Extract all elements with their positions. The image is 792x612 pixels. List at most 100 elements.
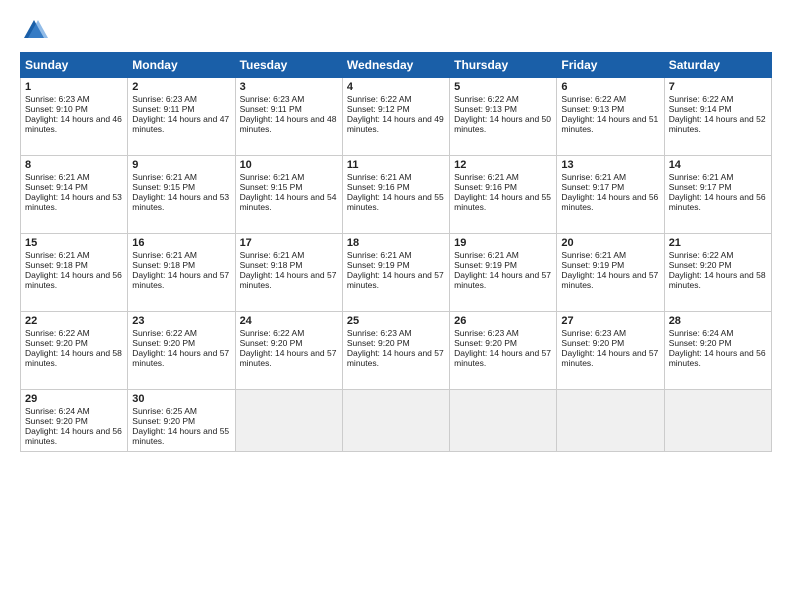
sunset-label: Sunset: 9:16 PM — [454, 182, 517, 192]
sunset-label: Sunset: 9:13 PM — [454, 104, 517, 114]
calendar-cell: 15Sunrise: 6:21 AMSunset: 9:18 PMDayligh… — [21, 234, 128, 312]
daylight-label: Daylight: 14 hours and 57 minutes. — [347, 348, 444, 368]
calendar-header-saturday: Saturday — [664, 53, 771, 78]
calendar-cell: 8Sunrise: 6:21 AMSunset: 9:14 PMDaylight… — [21, 156, 128, 234]
calendar-cell: 4Sunrise: 6:22 AMSunset: 9:12 PMDaylight… — [342, 78, 449, 156]
daylight-label: Daylight: 14 hours and 57 minutes. — [132, 348, 229, 368]
sunrise-label: Sunrise: 6:22 AM — [669, 94, 734, 104]
calendar-cell: 14Sunrise: 6:21 AMSunset: 9:17 PMDayligh… — [664, 156, 771, 234]
page: SundayMondayTuesdayWednesdayThursdayFrid… — [0, 0, 792, 612]
calendar-week-3: 15Sunrise: 6:21 AMSunset: 9:18 PMDayligh… — [21, 234, 772, 312]
daylight-label: Daylight: 14 hours and 56 minutes. — [561, 192, 658, 212]
sunrise-label: Sunrise: 6:21 AM — [561, 172, 626, 182]
day-number: 5 — [454, 81, 552, 93]
calendar-cell: 17Sunrise: 6:21 AMSunset: 9:18 PMDayligh… — [235, 234, 342, 312]
calendar-cell: 16Sunrise: 6:21 AMSunset: 9:18 PMDayligh… — [128, 234, 235, 312]
daylight-label: Daylight: 14 hours and 50 minutes. — [454, 114, 551, 134]
calendar-week-4: 22Sunrise: 6:22 AMSunset: 9:20 PMDayligh… — [21, 312, 772, 390]
day-number: 8 — [25, 159, 123, 171]
daylight-label: Daylight: 14 hours and 57 minutes. — [240, 348, 337, 368]
calendar-cell: 9Sunrise: 6:21 AMSunset: 9:15 PMDaylight… — [128, 156, 235, 234]
sunrise-label: Sunrise: 6:22 AM — [347, 94, 412, 104]
daylight-label: Daylight: 14 hours and 57 minutes. — [347, 270, 444, 290]
sunset-label: Sunset: 9:19 PM — [561, 260, 624, 270]
sunset-label: Sunset: 9:20 PM — [132, 416, 195, 426]
logo-icon — [20, 16, 48, 44]
day-number: 2 — [132, 81, 230, 93]
daylight-label: Daylight: 14 hours and 56 minutes. — [25, 270, 122, 290]
sunset-label: Sunset: 9:15 PM — [132, 182, 195, 192]
sunset-label: Sunset: 9:20 PM — [347, 338, 410, 348]
calendar-cell — [450, 390, 557, 452]
sunset-label: Sunset: 9:10 PM — [25, 104, 88, 114]
sunrise-label: Sunrise: 6:21 AM — [347, 250, 412, 260]
sunset-label: Sunset: 9:14 PM — [669, 104, 732, 114]
sunrise-label: Sunrise: 6:24 AM — [669, 328, 734, 338]
sunrise-label: Sunrise: 6:23 AM — [347, 328, 412, 338]
sunrise-label: Sunrise: 6:25 AM — [132, 406, 197, 416]
daylight-label: Daylight: 14 hours and 57 minutes. — [454, 348, 551, 368]
daylight-label: Daylight: 14 hours and 57 minutes. — [240, 270, 337, 290]
calendar-cell — [342, 390, 449, 452]
calendar-cell: 13Sunrise: 6:21 AMSunset: 9:17 PMDayligh… — [557, 156, 664, 234]
calendar-header-friday: Friday — [557, 53, 664, 78]
sunrise-label: Sunrise: 6:22 AM — [561, 94, 626, 104]
calendar-header-row: SundayMondayTuesdayWednesdayThursdayFrid… — [21, 53, 772, 78]
sunrise-label: Sunrise: 6:23 AM — [454, 328, 519, 338]
sunrise-label: Sunrise: 6:21 AM — [454, 172, 519, 182]
daylight-label: Daylight: 14 hours and 52 minutes. — [669, 114, 766, 134]
calendar-cell: 22Sunrise: 6:22 AMSunset: 9:20 PMDayligh… — [21, 312, 128, 390]
sunrise-label: Sunrise: 6:21 AM — [669, 172, 734, 182]
calendar-cell: 11Sunrise: 6:21 AMSunset: 9:16 PMDayligh… — [342, 156, 449, 234]
sunrise-label: Sunrise: 6:21 AM — [25, 250, 90, 260]
daylight-label: Daylight: 14 hours and 58 minutes. — [25, 348, 122, 368]
daylight-label: Daylight: 14 hours and 56 minutes. — [669, 348, 766, 368]
day-number: 18 — [347, 237, 445, 249]
day-number: 28 — [669, 315, 767, 327]
sunset-label: Sunset: 9:20 PM — [561, 338, 624, 348]
calendar-cell: 20Sunrise: 6:21 AMSunset: 9:19 PMDayligh… — [557, 234, 664, 312]
sunrise-label: Sunrise: 6:23 AM — [132, 94, 197, 104]
daylight-label: Daylight: 14 hours and 46 minutes. — [25, 114, 122, 134]
daylight-label: Daylight: 14 hours and 55 minutes. — [132, 426, 229, 446]
sunset-label: Sunset: 9:20 PM — [669, 338, 732, 348]
sunset-label: Sunset: 9:18 PM — [25, 260, 88, 270]
day-number: 13 — [561, 159, 659, 171]
day-number: 9 — [132, 159, 230, 171]
day-number: 25 — [347, 315, 445, 327]
day-number: 27 — [561, 315, 659, 327]
sunset-label: Sunset: 9:13 PM — [561, 104, 624, 114]
calendar-week-5: 29Sunrise: 6:24 AMSunset: 9:20 PMDayligh… — [21, 390, 772, 452]
calendar-cell: 2Sunrise: 6:23 AMSunset: 9:11 PMDaylight… — [128, 78, 235, 156]
calendar-cell: 26Sunrise: 6:23 AMSunset: 9:20 PMDayligh… — [450, 312, 557, 390]
sunset-label: Sunset: 9:12 PM — [347, 104, 410, 114]
sunset-label: Sunset: 9:14 PM — [25, 182, 88, 192]
sunrise-label: Sunrise: 6:21 AM — [132, 250, 197, 260]
day-number: 17 — [240, 237, 338, 249]
day-number: 26 — [454, 315, 552, 327]
day-number: 6 — [561, 81, 659, 93]
daylight-label: Daylight: 14 hours and 53 minutes. — [132, 192, 229, 212]
calendar-week-1: 1Sunrise: 6:23 AMSunset: 9:10 PMDaylight… — [21, 78, 772, 156]
sunset-label: Sunset: 9:15 PM — [240, 182, 303, 192]
calendar-cell: 5Sunrise: 6:22 AMSunset: 9:13 PMDaylight… — [450, 78, 557, 156]
calendar-cell: 21Sunrise: 6:22 AMSunset: 9:20 PMDayligh… — [664, 234, 771, 312]
sunset-label: Sunset: 9:18 PM — [240, 260, 303, 270]
header — [20, 16, 772, 44]
calendar-cell: 12Sunrise: 6:21 AMSunset: 9:16 PMDayligh… — [450, 156, 557, 234]
daylight-label: Daylight: 14 hours and 51 minutes. — [561, 114, 658, 134]
daylight-label: Daylight: 14 hours and 48 minutes. — [240, 114, 337, 134]
sunrise-label: Sunrise: 6:23 AM — [240, 94, 305, 104]
calendar-cell: 3Sunrise: 6:23 AMSunset: 9:11 PMDaylight… — [235, 78, 342, 156]
calendar-header-wednesday: Wednesday — [342, 53, 449, 78]
sunset-label: Sunset: 9:20 PM — [669, 260, 732, 270]
calendar-cell — [664, 390, 771, 452]
sunset-label: Sunset: 9:18 PM — [132, 260, 195, 270]
daylight-label: Daylight: 14 hours and 57 minutes. — [561, 270, 658, 290]
calendar-cell: 29Sunrise: 6:24 AMSunset: 9:20 PMDayligh… — [21, 390, 128, 452]
sunrise-label: Sunrise: 6:22 AM — [669, 250, 734, 260]
calendar-cell: 23Sunrise: 6:22 AMSunset: 9:20 PMDayligh… — [128, 312, 235, 390]
calendar-cell: 18Sunrise: 6:21 AMSunset: 9:19 PMDayligh… — [342, 234, 449, 312]
calendar-cell: 28Sunrise: 6:24 AMSunset: 9:20 PMDayligh… — [664, 312, 771, 390]
sunset-label: Sunset: 9:20 PM — [240, 338, 303, 348]
